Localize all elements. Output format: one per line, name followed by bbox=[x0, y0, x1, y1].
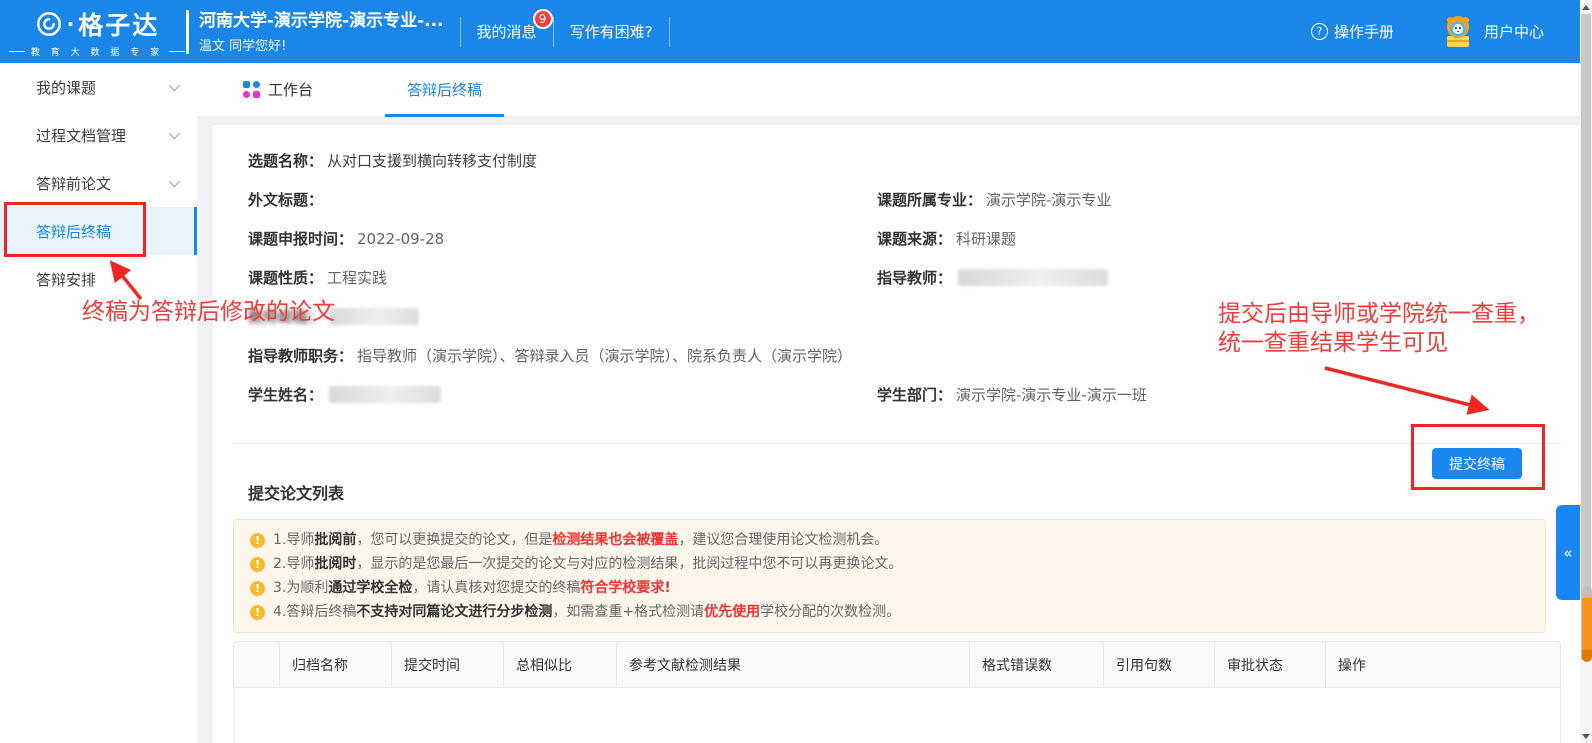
field-nature: 课题性质： 工程实践 bbox=[248, 267, 877, 288]
tab-workbench[interactable]: 工作台 bbox=[268, 79, 313, 100]
sidebar: 我的课题过程文档管理答辩前论文答辩后终稿答辩安排 bbox=[0, 63, 197, 743]
notice-line: !1.导师批阅前，您可以更换提交的论文，但是检测结果也会被覆盖，建议您合理使用论… bbox=[250, 529, 1529, 551]
sidebar-item-2[interactable]: 答辩前论文 bbox=[0, 159, 197, 207]
submit-final-draft-button[interactable]: 提交终稿 bbox=[1432, 448, 1522, 479]
warning-icon: ! bbox=[250, 533, 265, 548]
manual-button[interactable]: ? 操作手册 bbox=[1311, 21, 1394, 42]
scroll-down-arrow[interactable] bbox=[1580, 730, 1592, 742]
notice-line: !4.答辩后终稿不支持对同篇论文进行分步检测，如需查重+格式检测请优先使用学校分… bbox=[250, 601, 1529, 623]
tab-bar: 工作台 答辩后终稿 bbox=[197, 63, 1580, 117]
sidebar-menu: 我的课题过程文档管理答辩前论文答辩后终稿答辩安排 bbox=[0, 63, 197, 303]
header-divider bbox=[553, 17, 554, 47]
chevron-down-icon bbox=[169, 176, 180, 187]
school-title: 河南大学-演示学院-演示专业-... bbox=[199, 10, 444, 32]
field-foreign-title: 外文标题： bbox=[248, 189, 877, 210]
redacted-teacher-email bbox=[329, 308, 419, 325]
header-divider bbox=[669, 17, 670, 47]
workbench-grid-icon bbox=[243, 81, 260, 98]
logo-dot: · bbox=[67, 12, 75, 36]
field-source: 课题来源： 科研课题 bbox=[877, 228, 1550, 249]
notice-box: !1.导师批阅前，您可以更换提交的论文，但是检测结果也会被覆盖，建议您合理使用论… bbox=[233, 519, 1546, 633]
column-header-总相似比: 总相似比 bbox=[503, 642, 616, 687]
content-card: 选题名称： 从对口支援到横向转移支付制度 外文标题： 课题所属专业： 演示学院-… bbox=[213, 125, 1580, 743]
chevron-down-icon bbox=[169, 128, 180, 139]
table-header-row: 归档名称提交时间总相似比参考文献检测结果格式错误数引用句数审批状态操作 bbox=[233, 641, 1561, 688]
scrollbar-thumb[interactable] bbox=[1581, 14, 1591, 660]
redacted-student-name bbox=[329, 386, 441, 403]
question-circle-icon: ? bbox=[1311, 23, 1328, 40]
avatar bbox=[1440, 14, 1476, 50]
field-major: 课题所属专业： 演示学院-演示专业 bbox=[877, 189, 1550, 210]
sidebar-item-label: 答辩后终稿 bbox=[36, 221, 111, 242]
page: · 格子达 教 育 大 数 据 专 家 河南大学-演示学院-演示专业-... 温… bbox=[0, 0, 1592, 743]
sidebar-item-label: 我的课题 bbox=[36, 77, 96, 98]
table-body-empty bbox=[233, 688, 1561, 743]
redacted-advisor-name bbox=[958, 269, 1108, 286]
sidebar-item-0[interactable]: 我的课题 bbox=[0, 63, 197, 111]
chevron-down-icon bbox=[169, 80, 180, 91]
field-student-dept: 学生部门： 演示学院-演示专业-演示一班 bbox=[877, 384, 1550, 405]
notice-list: !1.导师批阅前，您可以更换提交的论文，但是检测结果也会被覆盖，建议您合理使用论… bbox=[250, 529, 1529, 623]
field-topic-name: 选题名称： 从对口支援到横向转移支付制度 bbox=[248, 150, 877, 171]
column-header-格式错误数: 格式错误数 bbox=[969, 642, 1103, 687]
column-header-select bbox=[234, 642, 279, 687]
sidebar-item-label: 过程文档管理 bbox=[36, 125, 126, 146]
pencil-widget-icon[interactable] bbox=[1582, 586, 1592, 662]
user-center-button[interactable]: 用户中心 bbox=[1440, 14, 1544, 50]
sidebar-item-3[interactable]: 答辩后终稿 bbox=[0, 207, 197, 255]
column-header-归档名称: 归档名称 bbox=[279, 642, 391, 687]
field-apply-time: 课题申报时间： 2022-09-28 bbox=[248, 228, 877, 249]
double-chevron-left-icon: « bbox=[1563, 544, 1572, 562]
sidebar-item-label: 答辩前论文 bbox=[36, 173, 111, 194]
topic-info: 选题名称： 从对口支援到横向转移支付制度 外文标题： 课题所属专业： 演示学院-… bbox=[248, 141, 1550, 414]
greeting: 温文 同学您好! bbox=[199, 35, 444, 54]
sidebar-item-4[interactable]: 答辩安排 bbox=[0, 255, 197, 303]
notice-line: !2.导师批阅时，显示的是您最后一次提交的论文与对应的检测结果，批阅过程中您不可… bbox=[250, 553, 1529, 575]
column-header-引用句数: 引用句数 bbox=[1103, 642, 1214, 687]
column-header-提交时间: 提交时间 bbox=[391, 642, 503, 687]
paper-list-title: 提交论文列表 bbox=[248, 480, 344, 504]
scroll-up-arrow[interactable] bbox=[1580, 1, 1592, 13]
tab-final-draft[interactable]: 答辩后终稿 bbox=[385, 63, 504, 117]
sidebar-item-1[interactable]: 过程文档管理 bbox=[0, 111, 197, 159]
paper-table: 归档名称提交时间总相似比参考文献检测结果格式错误数引用句数审批状态操作 bbox=[233, 641, 1561, 743]
warning-icon: ! bbox=[250, 557, 265, 572]
column-header-操作: 操作 bbox=[1325, 642, 1560, 687]
school-block: 河南大学-演示学院-演示专业-... 温文 同学您好! bbox=[186, 10, 444, 54]
logo-tagline: 教 育 大 数 据 专 家 bbox=[9, 45, 185, 58]
column-header-审批状态: 审批状态 bbox=[1214, 642, 1325, 687]
field-student-name: 学生姓名： bbox=[248, 384, 877, 405]
field-advisor-roles: 指导教师职务： 指导教师（演示学院）、答辩录入员（演示学院）、院系负责人（演示学… bbox=[248, 345, 1550, 366]
logo-mark-icon bbox=[35, 10, 63, 38]
warning-icon: ! bbox=[250, 581, 265, 596]
warning-icon: ! bbox=[250, 605, 265, 620]
writing-help-button[interactable]: 写作有困难? bbox=[570, 21, 653, 42]
header-divider bbox=[460, 17, 461, 47]
sidebar-item-label: 答辩安排 bbox=[36, 269, 96, 290]
field-advisor: 指导教师： bbox=[877, 267, 1550, 288]
notice-line: !3.为顺利通过学校全检，请认真核对您提交的终稿符合学校要求! bbox=[250, 577, 1529, 599]
collapse-panel-tab[interactable]: « bbox=[1556, 505, 1580, 600]
top-header: · 格子达 教 育 大 数 据 专 家 河南大学-演示学院-演示专业-... 温… bbox=[0, 0, 1580, 63]
field-teacher-email: 教师邮箱： bbox=[248, 306, 877, 327]
section-divider bbox=[233, 443, 1561, 444]
my-messages-button[interactable]: 我的消息 9 bbox=[477, 21, 537, 42]
logo-text: 格子达 bbox=[78, 6, 159, 42]
logo[interactable]: · 格子达 教 育 大 数 据 专 家 bbox=[22, 6, 172, 58]
column-header-参考文献检测结果: 参考文献检测结果 bbox=[616, 642, 969, 687]
messages-count-badge: 9 bbox=[533, 9, 553, 29]
